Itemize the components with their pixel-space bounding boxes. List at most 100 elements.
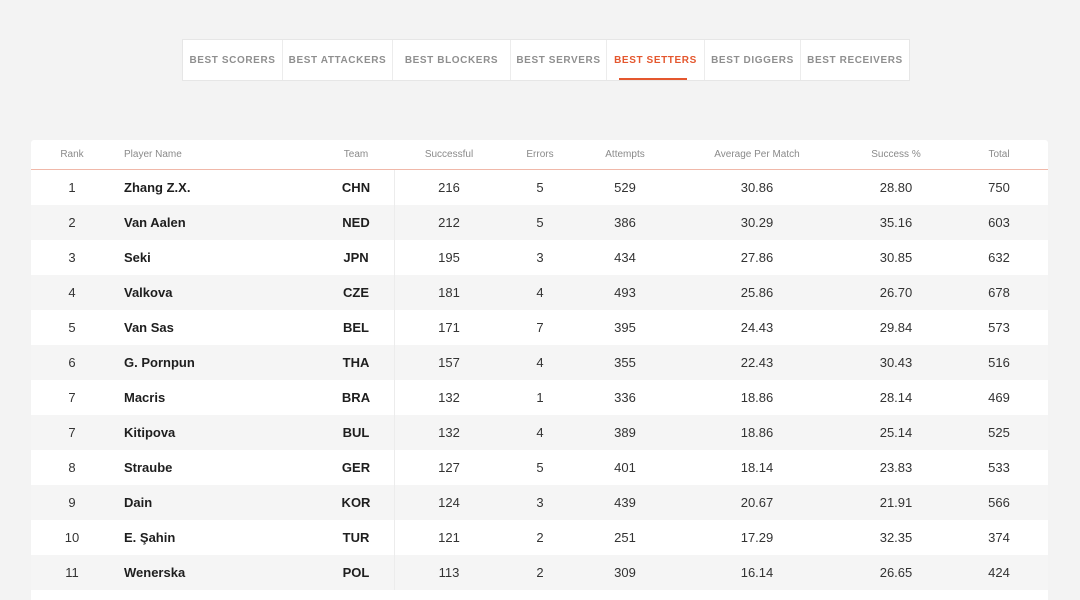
cell-total: 424 xyxy=(988,565,1010,580)
cell-successful: 181 xyxy=(438,285,460,300)
cell-attempts: 355 xyxy=(614,355,636,370)
tab-best-servers[interactable]: BEST SERVERS xyxy=(511,40,607,80)
table-row[interactable]: 8 Straube GER 127 5 401 18.14 23.83 533 xyxy=(31,450,1048,485)
cell-attempts: 251 xyxy=(614,530,636,545)
cell-team: JPN xyxy=(343,250,369,265)
cell-average: 18.14 xyxy=(740,460,774,475)
cell-average: 17.29 xyxy=(740,530,774,545)
cell-attempts: 493 xyxy=(614,285,636,300)
cell-name[interactable]: Dain xyxy=(124,485,152,520)
cell-success-pct: 23.83 xyxy=(879,460,913,475)
table-body: 1 Zhang Z.X. CHN 216 5 529 30.86 28.80 750 2 Van A… xyxy=(31,170,1048,590)
cell-name[interactable]: Zhang Z.X. xyxy=(124,170,190,205)
cell-name[interactable]: Valkova xyxy=(124,275,172,310)
cell-total: 750 xyxy=(988,180,1010,195)
tab-label: BEST SCORERS xyxy=(189,54,276,66)
header-total[interactable]: Total xyxy=(988,140,1009,169)
tab-best-scorers[interactable]: BEST SCORERS xyxy=(183,40,283,80)
tab-label: BEST BLOCKERS xyxy=(404,54,499,66)
table-row[interactable]: 7 Macris BRA 132 1 336 18.86 28.14 469 xyxy=(31,380,1048,415)
cell-total: 516 xyxy=(988,355,1010,370)
cell-team: KOR xyxy=(341,495,371,510)
cell-success-pct: 32.35 xyxy=(879,530,913,545)
tab-best-setters[interactable]: BEST SETTERS xyxy=(607,40,705,80)
cell-errors: 2 xyxy=(536,530,544,545)
column-divider xyxy=(394,555,395,590)
cell-name[interactable]: Kitipova xyxy=(124,415,175,450)
cell-name[interactable]: Seki xyxy=(124,240,151,275)
cell-successful: 113 xyxy=(438,565,460,580)
table-row[interactable]: 5 Van Sas BEL 171 7 395 24.43 29.84 573 xyxy=(31,310,1048,345)
cell-rank: 6 xyxy=(68,355,76,370)
cell-rank: 5 xyxy=(68,320,76,335)
cell-total: 573 xyxy=(988,320,1010,335)
setters-table: Rank Player Name Team Successful Errors … xyxy=(31,140,1048,600)
table-row[interactable]: 10 E. Şahin TUR 121 2 251 17.29 32.35 374 xyxy=(31,520,1048,555)
cell-name[interactable]: Straube xyxy=(124,450,172,485)
header-success-percent[interactable]: Success % xyxy=(871,140,920,169)
cell-total: 678 xyxy=(988,285,1010,300)
tab-best-diggers[interactable]: BEST DIGGERS xyxy=(705,40,801,80)
table-row[interactable]: 4 Valkova CZE 181 4 493 25.86 26.70 678 xyxy=(31,275,1048,310)
cell-successful: 171 xyxy=(438,320,460,335)
header-errors[interactable]: Errors xyxy=(526,140,553,169)
cell-attempts: 401 xyxy=(614,460,636,475)
table-row[interactable]: 9 Dain KOR 124 3 439 20.67 21.91 566 xyxy=(31,485,1048,520)
cell-total: 632 xyxy=(988,250,1010,265)
header-team[interactable]: Team xyxy=(344,140,368,169)
table-row[interactable]: 1 Zhang Z.X. CHN 216 5 529 30.86 28.80 750 xyxy=(31,170,1048,205)
cell-success-pct: 29.84 xyxy=(879,320,913,335)
table-row[interactable]: 2 Van Aalen NED 212 5 386 30.29 35.16 603 xyxy=(31,205,1048,240)
cell-name[interactable]: Van Sas xyxy=(124,310,174,345)
cell-average: 27.86 xyxy=(740,250,774,265)
cell-successful: 127 xyxy=(438,460,460,475)
header-average-per-match[interactable]: Average Per Match xyxy=(714,140,799,169)
tab-best-blockers[interactable]: BEST BLOCKERS xyxy=(393,40,511,80)
column-divider xyxy=(394,450,395,485)
cell-errors: 2 xyxy=(536,565,544,580)
cell-team: POL xyxy=(342,565,370,580)
cell-attempts: 389 xyxy=(614,425,636,440)
cell-success-pct: 21.91 xyxy=(879,495,913,510)
cell-attempts: 336 xyxy=(614,390,636,405)
cell-average: 16.14 xyxy=(740,565,774,580)
cell-team: TUR xyxy=(342,530,370,545)
cell-successful: 124 xyxy=(438,495,460,510)
cell-rank: 1 xyxy=(68,180,76,195)
cell-errors: 4 xyxy=(536,425,544,440)
header-rank[interactable]: Rank xyxy=(60,140,83,169)
header-player-name[interactable]: Player Name xyxy=(124,140,182,169)
cell-success-pct: 26.65 xyxy=(879,565,913,580)
cell-total: 374 xyxy=(988,530,1010,545)
cell-successful: 195 xyxy=(438,250,460,265)
tab-best-attackers[interactable]: BEST ATTACKERS xyxy=(283,40,393,80)
cell-errors: 4 xyxy=(536,355,544,370)
cell-name[interactable]: Wenerska xyxy=(124,555,185,590)
column-divider xyxy=(394,485,395,520)
cell-total: 566 xyxy=(988,495,1010,510)
tab-best-receivers[interactable]: BEST RECEIVERS xyxy=(801,40,909,80)
cell-errors: 1 xyxy=(536,390,544,405)
header-attempts[interactable]: Attempts xyxy=(605,140,644,169)
cell-attempts: 386 xyxy=(614,215,636,230)
table-row[interactable]: 11 Wenerska POL 113 2 309 16.14 26.65 424 xyxy=(31,555,1048,590)
cell-rank: 7 xyxy=(68,390,76,405)
cell-name[interactable]: G. Pornpun xyxy=(124,345,195,380)
cell-team: THA xyxy=(342,355,370,370)
cell-name[interactable]: Van Aalen xyxy=(124,205,186,240)
tab-label: BEST SETTERS xyxy=(614,54,697,66)
table-row[interactable]: 3 Seki JPN 195 3 434 27.86 30.85 632 xyxy=(31,240,1048,275)
table-header: Rank Player Name Team Successful Errors … xyxy=(31,140,1048,170)
header-successful[interactable]: Successful xyxy=(425,140,473,169)
cell-average: 30.86 xyxy=(740,180,774,195)
column-divider xyxy=(394,520,395,555)
table-row[interactable]: 6 G. Pornpun THA 157 4 355 22.43 30.43 516 xyxy=(31,345,1048,380)
cell-name[interactable]: Macris xyxy=(124,380,165,415)
cell-team: NED xyxy=(342,215,370,230)
cell-successful: 132 xyxy=(438,390,460,405)
cell-successful: 216 xyxy=(438,180,460,195)
cell-name[interactable]: E. Şahin xyxy=(124,520,175,555)
cell-rank: 9 xyxy=(68,495,76,510)
stats-category-tabs: BEST SCORERS BEST ATTACKERS BEST BLOCKERS B… xyxy=(182,39,910,81)
table-row[interactable]: 7 Kitipova BUL 132 4 389 18.86 25.14 525 xyxy=(31,415,1048,450)
